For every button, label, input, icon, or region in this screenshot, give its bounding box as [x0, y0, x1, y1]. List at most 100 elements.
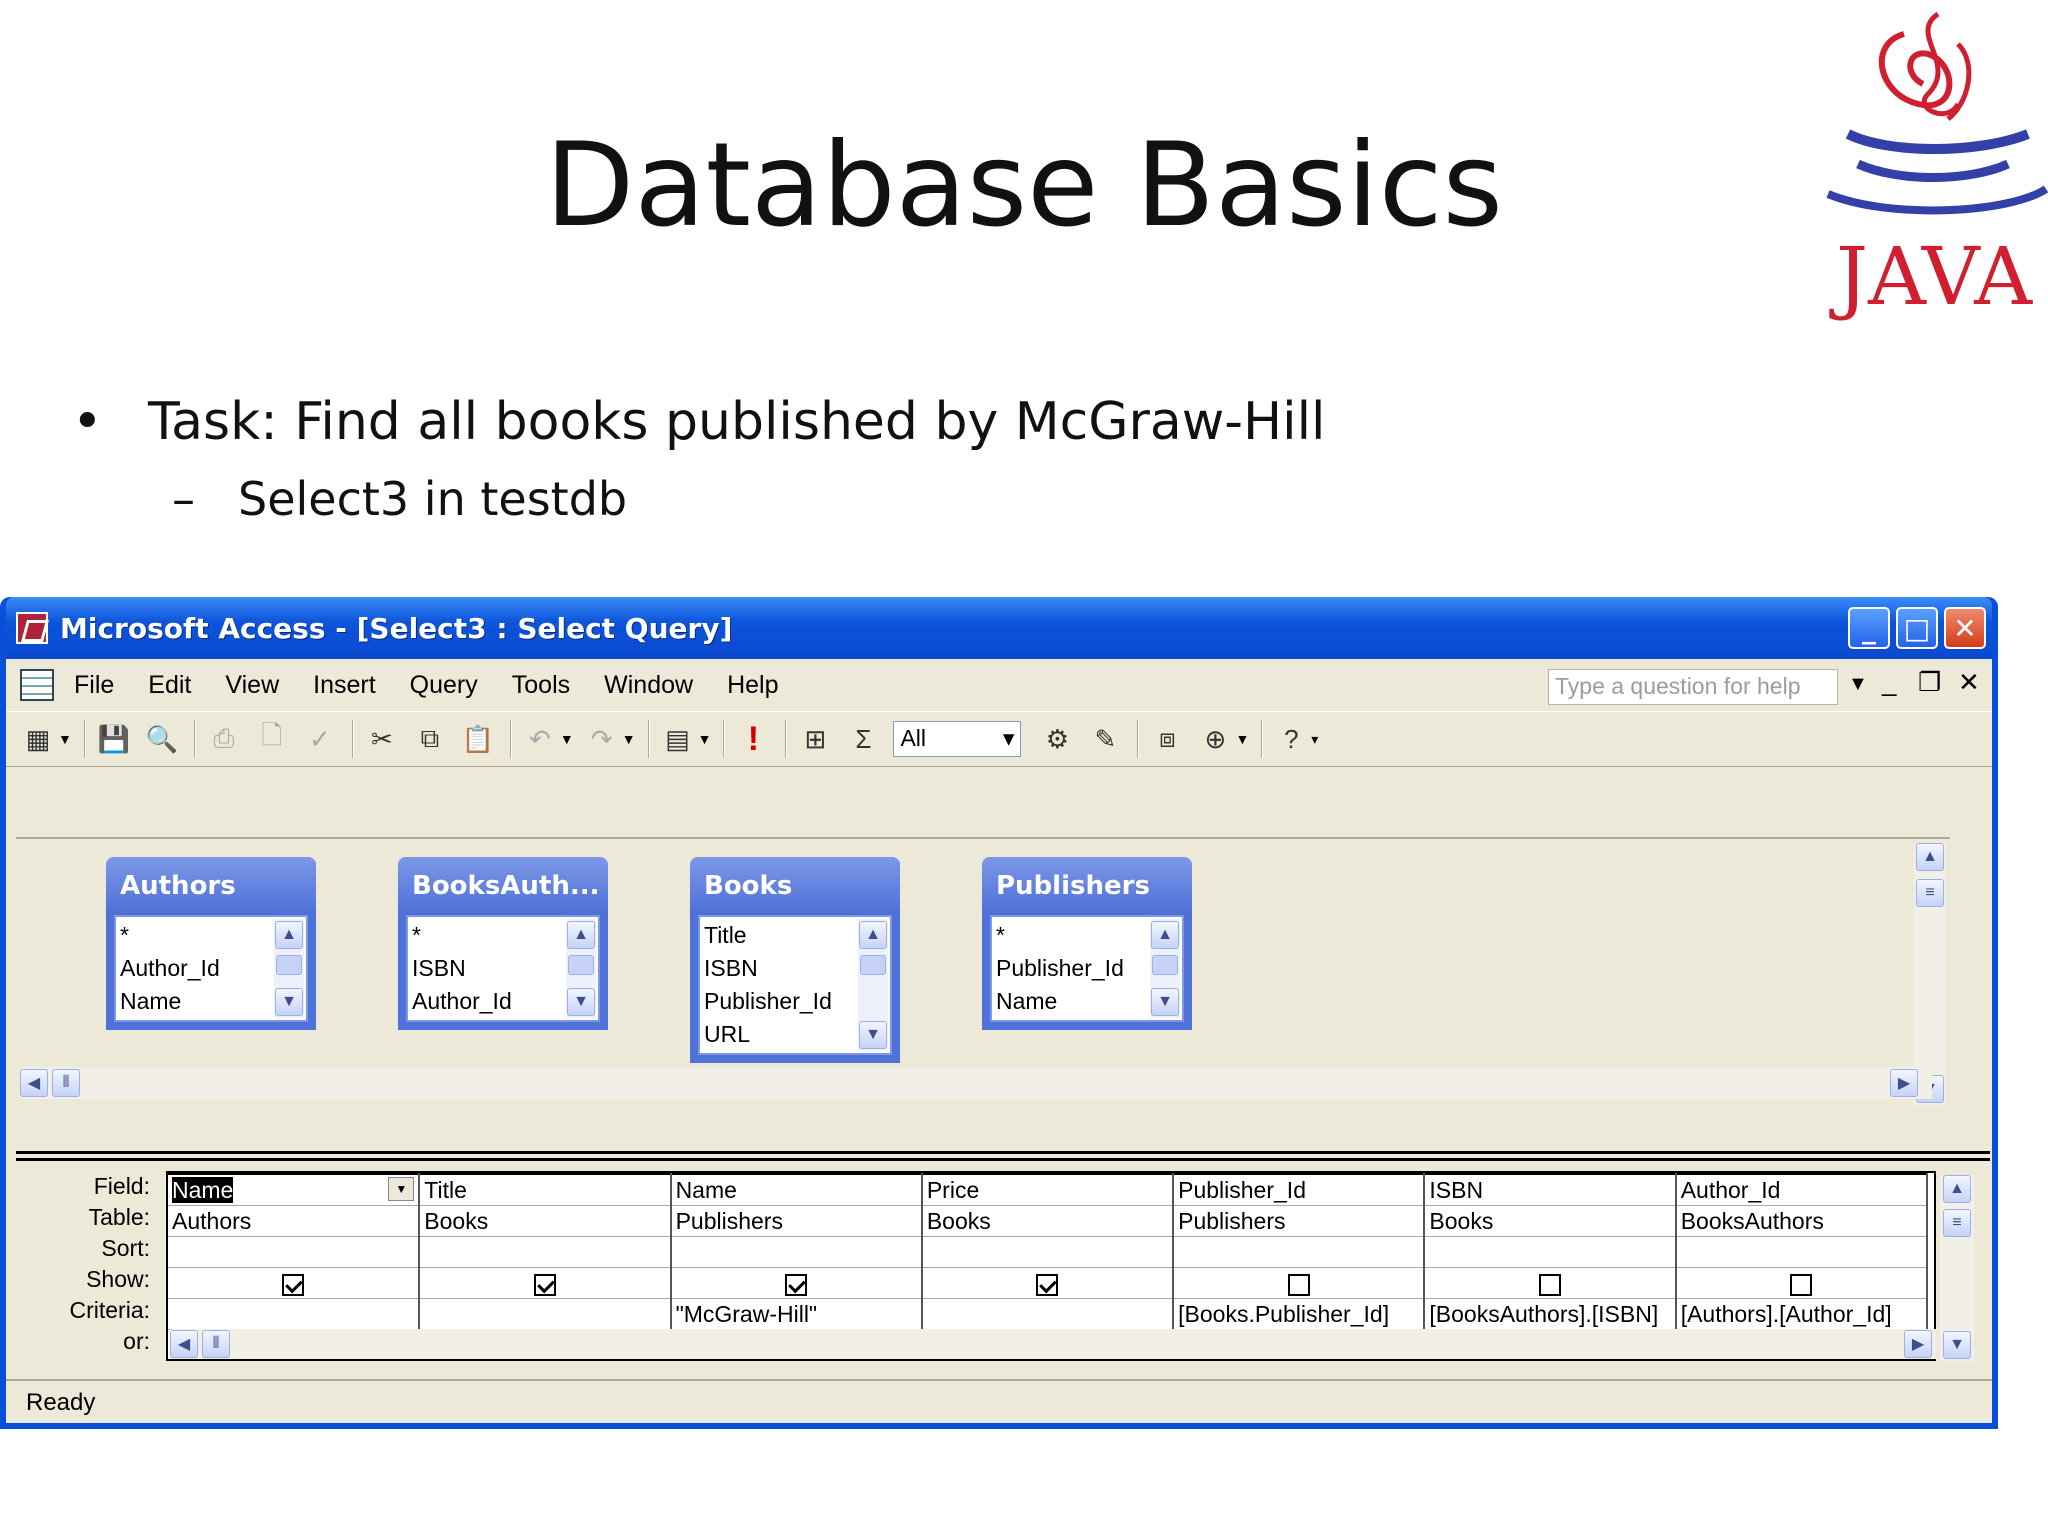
list-item[interactable]: Name	[120, 985, 266, 1018]
database-window-icon[interactable]: ⧈	[1149, 721, 1185, 757]
list-item[interactable]: *	[120, 919, 266, 952]
minimize-button[interactable]: _	[1848, 607, 1890, 649]
criteria-cell[interactable]: "McGraw-Hill"	[670, 1298, 923, 1330]
criteria-cell[interactable]	[168, 1298, 421, 1330]
query-type-dropdown-icon[interactable]: ▼	[698, 731, 712, 747]
doc-restore-button[interactable]: ❐	[1918, 667, 1941, 698]
cut-icon[interactable]: ✂	[364, 721, 400, 757]
new-object-dropdown-icon[interactable]: ▼	[1235, 731, 1249, 747]
table-cell[interactable]: Authors	[168, 1205, 421, 1237]
close-button[interactable]: ✕	[1944, 607, 1986, 649]
criteria-cell[interactable]: [BooksAuthors].[ISBN]	[1424, 1298, 1677, 1330]
list-item[interactable]: Author_Id	[412, 985, 558, 1018]
field-cell[interactable]: Name	[670, 1173, 923, 1206]
help-dropdown-small-icon[interactable]: ▾	[1311, 731, 1318, 748]
sort-cell[interactable]	[921, 1236, 1175, 1268]
show-checkbox[interactable]	[785, 1273, 808, 1296]
scroll-up-icon[interactable]: ▲	[1151, 921, 1179, 949]
scroll-up-icon[interactable]: ▲	[1943, 1175, 1971, 1203]
build-icon[interactable]: ✎	[1087, 721, 1123, 757]
scroll-down-icon[interactable]: ▼	[275, 988, 303, 1016]
field-cell[interactable]: Publisher_Id	[1173, 1173, 1426, 1206]
redo-dropdown-icon[interactable]: ▼	[622, 731, 636, 747]
criteria-cell[interactable]: [Books.Publisher_Id]	[1173, 1298, 1426, 1330]
list-item[interactable]: Publisher_Id	[996, 952, 1142, 985]
field-list-title[interactable]: Books	[690, 857, 900, 915]
list-item[interactable]: *	[996, 919, 1142, 952]
scroll-right-icon[interactable]: ▶	[1890, 1069, 1918, 1097]
field-cell[interactable]: Author_Id	[1675, 1173, 1929, 1206]
maximize-button[interactable]: □	[1896, 607, 1938, 649]
menu-insert[interactable]: Insert	[313, 671, 376, 700]
list-item[interactable]: Publisher_Id	[704, 985, 850, 1018]
field-list-books[interactable]: Books Title ISBN Publisher_Id URL ▲ ▼	[690, 857, 900, 1063]
menu-window[interactable]: Window	[604, 671, 693, 700]
table-cell[interactable]: Publishers	[1173, 1205, 1426, 1237]
show-checkbox[interactable]	[1539, 1273, 1562, 1296]
scroll-thumb[interactable]: ⦀	[52, 1069, 80, 1097]
undo-dropdown-icon[interactable]: ▼	[560, 731, 574, 747]
view-dropdown-icon[interactable]: ▼	[58, 731, 72, 747]
field-list-scrollbar[interactable]: ▲ ▼	[1150, 919, 1180, 1018]
field-list-title[interactable]: Publishers	[982, 857, 1192, 915]
menu-file[interactable]: File	[74, 671, 114, 700]
list-item[interactable]: Name	[996, 985, 1142, 1018]
title-bar[interactable]: Microsoft Access - [Select3 : Select Que…	[6, 597, 1992, 659]
scroll-up-icon[interactable]: ▲	[1916, 843, 1944, 871]
scroll-down-icon[interactable]: ▼	[567, 988, 595, 1016]
query-type-icon[interactable]: ▤	[660, 721, 696, 757]
scroll-up-icon[interactable]: ▲	[859, 921, 887, 949]
criteria-cell[interactable]: [Authors].[Author_Id]	[1675, 1298, 1929, 1330]
show-table-icon[interactable]: ⊞	[797, 721, 833, 757]
field-cell[interactable]: Title	[419, 1173, 672, 1206]
field-list-scrollbar[interactable]: ▲ ▼	[858, 919, 888, 1051]
sort-cell[interactable]	[419, 1236, 672, 1268]
show-checkbox[interactable]	[1036, 1273, 1059, 1296]
table-pane-vertical-scrollbar[interactable]: ▲ ≡ ▼	[1914, 843, 1946, 1105]
field-list-scrollbar[interactable]: ▲ ▼	[274, 919, 304, 1018]
scroll-up-icon[interactable]: ▲	[275, 921, 303, 949]
show-checkbox[interactable]	[1790, 1273, 1813, 1296]
spelling-icon[interactable]: ✓	[302, 721, 338, 757]
field-cell[interactable]: ISBN	[1424, 1173, 1677, 1206]
table-cell[interactable]: Books	[1424, 1205, 1677, 1237]
sort-cell[interactable]	[670, 1236, 923, 1268]
field-cell[interactable]: Price	[921, 1173, 1175, 1206]
scroll-up-icon[interactable]: ▲	[567, 921, 595, 949]
scroll-thumb[interactable]: ⦀	[202, 1330, 230, 1358]
new-object-icon[interactable]: ⊕	[1197, 721, 1233, 757]
help-question-input[interactable]: Type a question for help	[1548, 669, 1838, 705]
scroll-left-icon[interactable]: ◀	[20, 1069, 48, 1097]
chevron-down-icon[interactable]: ▼	[388, 1177, 415, 1202]
view-icon[interactable]: ▦	[20, 721, 56, 757]
field-list-publishers[interactable]: Publishers * Publisher_Id Name ▲ ▼	[982, 857, 1192, 1030]
table-pane-horizontal-scrollbar[interactable]: ◀ ⦀ ▶	[20, 1067, 1932, 1099]
menu-edit[interactable]: Edit	[148, 671, 191, 700]
list-item[interactable]: *	[412, 919, 558, 952]
scroll-thumb[interactable]	[1152, 955, 1178, 975]
field-list-title[interactable]: Authors	[106, 857, 316, 915]
table-cell[interactable]: Publishers	[670, 1205, 923, 1237]
field-list-authors[interactable]: Authors * Author_Id Name ▲ ▼	[106, 857, 316, 1030]
undo-icon[interactable]: ↶	[522, 721, 558, 757]
scroll-down-icon[interactable]: ▼	[1151, 988, 1179, 1016]
show-checkbox[interactable]	[282, 1273, 305, 1296]
menu-view[interactable]: View	[225, 671, 279, 700]
list-item[interactable]: URL	[704, 1018, 850, 1051]
copy-icon[interactable]: ⧉	[412, 721, 448, 757]
show-checkbox[interactable]	[1287, 1273, 1310, 1296]
field-list-scrollbar[interactable]: ▲ ▼	[566, 919, 596, 1018]
scroll-right-icon[interactable]: ▶	[1904, 1330, 1932, 1358]
grid-vertical-scrollbar[interactable]: ▲ ≡ ▼	[1940, 1175, 1974, 1361]
scroll-thumb[interactable]: ≡	[1943, 1209, 1971, 1237]
list-item[interactable]: Title	[704, 919, 850, 952]
list-item[interactable]: ISBN	[704, 952, 850, 985]
table-cell[interactable]: Books	[921, 1205, 1175, 1237]
grid-horizontal-scrollbar[interactable]: ◀ ⦀ ▶	[170, 1329, 1936, 1359]
redo-icon[interactable]: ↷	[584, 721, 620, 757]
scroll-down-icon[interactable]: ▼	[1943, 1331, 1971, 1359]
list-item[interactable]: Author_Id	[120, 952, 266, 985]
print-icon[interactable]: ⎙	[206, 721, 242, 757]
search-file-icon[interactable]: 🔍	[144, 721, 180, 757]
table-cell[interactable]: BooksAuthors	[1675, 1205, 1929, 1237]
